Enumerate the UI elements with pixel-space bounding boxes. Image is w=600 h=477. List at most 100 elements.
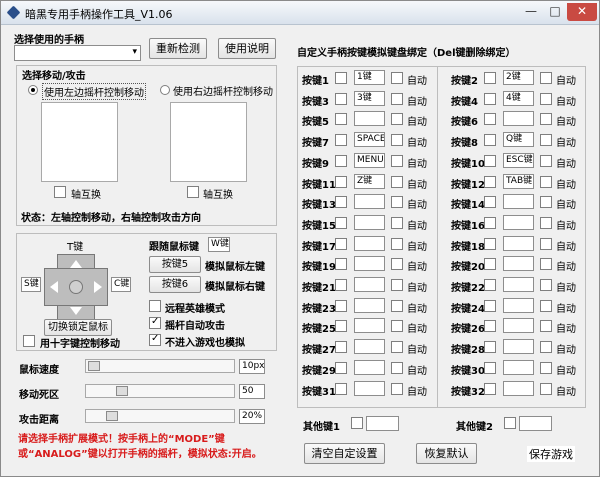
key-bind-field[interactable] bbox=[503, 297, 534, 313]
key-bind-checkbox[interactable] bbox=[335, 72, 347, 84]
key-bind-field[interactable] bbox=[354, 277, 385, 292]
key-bind-checkbox[interactable] bbox=[484, 320, 496, 333]
save-game-label[interactable]: 保存游戏 bbox=[527, 446, 575, 462]
mouse-speed-thumb[interactable] bbox=[88, 361, 100, 371]
auto-checkbox[interactable] bbox=[540, 72, 552, 84]
key-bind-checkbox[interactable] bbox=[335, 175, 347, 188]
key-bind-field[interactable] bbox=[354, 339, 385, 355]
key-bind-field[interactable] bbox=[503, 111, 534, 127]
auto-checkbox[interactable] bbox=[391, 299, 403, 312]
auto-checkbox[interactable] bbox=[540, 92, 552, 105]
key-bind-field[interactable] bbox=[503, 318, 534, 334]
redetect-button[interactable]: 重新检测 bbox=[149, 38, 207, 59]
restore-default-button[interactable]: 恢复默认 bbox=[416, 443, 477, 464]
auto-checkbox[interactable] bbox=[391, 361, 403, 374]
key-bind-checkbox[interactable] bbox=[335, 134, 347, 147]
key-bind-checkbox[interactable] bbox=[484, 175, 496, 188]
key-bind-checkbox[interactable] bbox=[335, 92, 347, 105]
auto-checkbox[interactable] bbox=[391, 154, 403, 167]
key-bind-field[interactable]: Z键 bbox=[354, 173, 385, 189]
key-bind-checkbox[interactable] bbox=[484, 154, 496, 167]
key-bind-field[interactable] bbox=[354, 380, 385, 396]
key-bind-checkbox[interactable] bbox=[484, 237, 496, 250]
key-bind-field[interactable]: Q键 bbox=[503, 132, 534, 148]
key-bind-field[interactable] bbox=[503, 235, 534, 251]
key-bind-field[interactable] bbox=[354, 256, 385, 272]
key-bind-field[interactable]: 2键 bbox=[503, 70, 534, 85]
lock-mouse-button[interactable]: 切换锁定鼠标 bbox=[44, 319, 112, 336]
auto-checkbox[interactable] bbox=[391, 175, 403, 188]
key-bind-checkbox[interactable] bbox=[484, 92, 496, 105]
key-bind-field[interactable] bbox=[503, 214, 534, 230]
key-bind-checkbox[interactable] bbox=[335, 237, 347, 250]
controller-select[interactable]: ▾ bbox=[14, 45, 141, 61]
attack-distance-thumb[interactable] bbox=[106, 411, 118, 421]
key-bind-checkbox[interactable] bbox=[335, 216, 347, 229]
key-bind-field[interactable]: TAB键 bbox=[503, 173, 534, 189]
auto-checkbox[interactable] bbox=[391, 258, 403, 271]
s-key-field[interactable]: S键 bbox=[21, 277, 41, 292]
key-bind-checkbox[interactable] bbox=[335, 361, 347, 374]
key-bind-field[interactable] bbox=[354, 194, 385, 210]
auto-checkbox[interactable] bbox=[391, 341, 403, 354]
key-bind-field[interactable]: ESC键 bbox=[503, 152, 534, 168]
auto-checkbox[interactable] bbox=[391, 382, 403, 395]
other-key-2-checkbox[interactable] bbox=[504, 417, 516, 429]
auto-checkbox[interactable] bbox=[391, 72, 403, 84]
key-bind-field[interactable] bbox=[503, 256, 534, 272]
other-key-2-field[interactable] bbox=[519, 416, 552, 431]
key-bind-checkbox[interactable] bbox=[484, 113, 496, 126]
c-key-field[interactable]: C键 bbox=[111, 277, 131, 292]
key-bind-checkbox[interactable] bbox=[484, 279, 496, 291]
key-bind-field[interactable] bbox=[354, 111, 385, 127]
key-bind-checkbox[interactable] bbox=[484, 72, 496, 84]
key-bind-checkbox[interactable] bbox=[335, 113, 347, 126]
key-bind-field[interactable] bbox=[503, 194, 534, 210]
key-bind-field[interactable]: 4键 bbox=[503, 90, 534, 106]
key-bind-field[interactable] bbox=[503, 359, 534, 375]
manual-button[interactable]: 使用说明 bbox=[218, 38, 276, 59]
auto-checkbox[interactable] bbox=[391, 113, 403, 126]
key-bind-field[interactable]: SPACE bbox=[354, 132, 385, 148]
key-bind-checkbox[interactable] bbox=[335, 341, 347, 354]
key-bind-field[interactable] bbox=[354, 359, 385, 375]
deadzone-slider[interactable] bbox=[85, 384, 235, 398]
auto-checkbox[interactable] bbox=[540, 113, 552, 126]
key-bind-checkbox[interactable] bbox=[484, 341, 496, 354]
follow-key-field[interactable]: W键 bbox=[208, 237, 230, 252]
auto-checkbox[interactable] bbox=[540, 216, 552, 229]
key-bind-field[interactable] bbox=[503, 380, 534, 396]
attack-distance-value[interactable]: 20% bbox=[239, 409, 265, 424]
auto-checkbox[interactable] bbox=[391, 196, 403, 209]
mouse-speed-slider[interactable] bbox=[85, 359, 235, 373]
attack-distance-slider[interactable] bbox=[85, 409, 235, 423]
key-bind-checkbox[interactable] bbox=[484, 361, 496, 374]
key-bind-field[interactable]: 3键 bbox=[354, 90, 385, 106]
auto-checkbox[interactable] bbox=[540, 279, 552, 291]
other-key-1-field[interactable] bbox=[366, 416, 399, 431]
key5-button[interactable]: 按键5 bbox=[149, 256, 201, 273]
right-stick-label[interactable]: 使用右边摇杆控制移动 bbox=[173, 83, 273, 98]
dpad-control-checkbox[interactable] bbox=[23, 335, 35, 347]
auto-checkbox[interactable] bbox=[391, 320, 403, 333]
auto-checkbox[interactable] bbox=[391, 279, 403, 291]
key-bind-checkbox[interactable] bbox=[335, 279, 347, 291]
no-game-checkbox[interactable] bbox=[149, 333, 161, 346]
auto-checkbox[interactable] bbox=[540, 341, 552, 354]
key-bind-checkbox[interactable] bbox=[484, 382, 496, 395]
auto-checkbox[interactable] bbox=[540, 382, 552, 395]
left-stick-label[interactable]: 使用左边摇杆控制移动 bbox=[42, 83, 146, 100]
key-bind-checkbox[interactable] bbox=[335, 320, 347, 333]
auto-checkbox[interactable] bbox=[540, 299, 552, 312]
key-bind-field[interactable]: 1键 bbox=[354, 70, 385, 85]
auto-checkbox[interactable] bbox=[540, 237, 552, 250]
left-axis-swap-checkbox[interactable] bbox=[54, 186, 66, 198]
auto-checkbox[interactable] bbox=[540, 361, 552, 374]
minimize-button[interactable]: — bbox=[519, 3, 543, 21]
auto-checkbox[interactable] bbox=[540, 134, 552, 147]
deadzone-value[interactable]: 50 bbox=[239, 384, 265, 399]
auto-checkbox[interactable] bbox=[540, 258, 552, 271]
key-bind-checkbox[interactable] bbox=[335, 299, 347, 312]
auto-checkbox[interactable] bbox=[540, 175, 552, 188]
clear-custom-button[interactable]: 清空自定设置 bbox=[304, 443, 385, 464]
